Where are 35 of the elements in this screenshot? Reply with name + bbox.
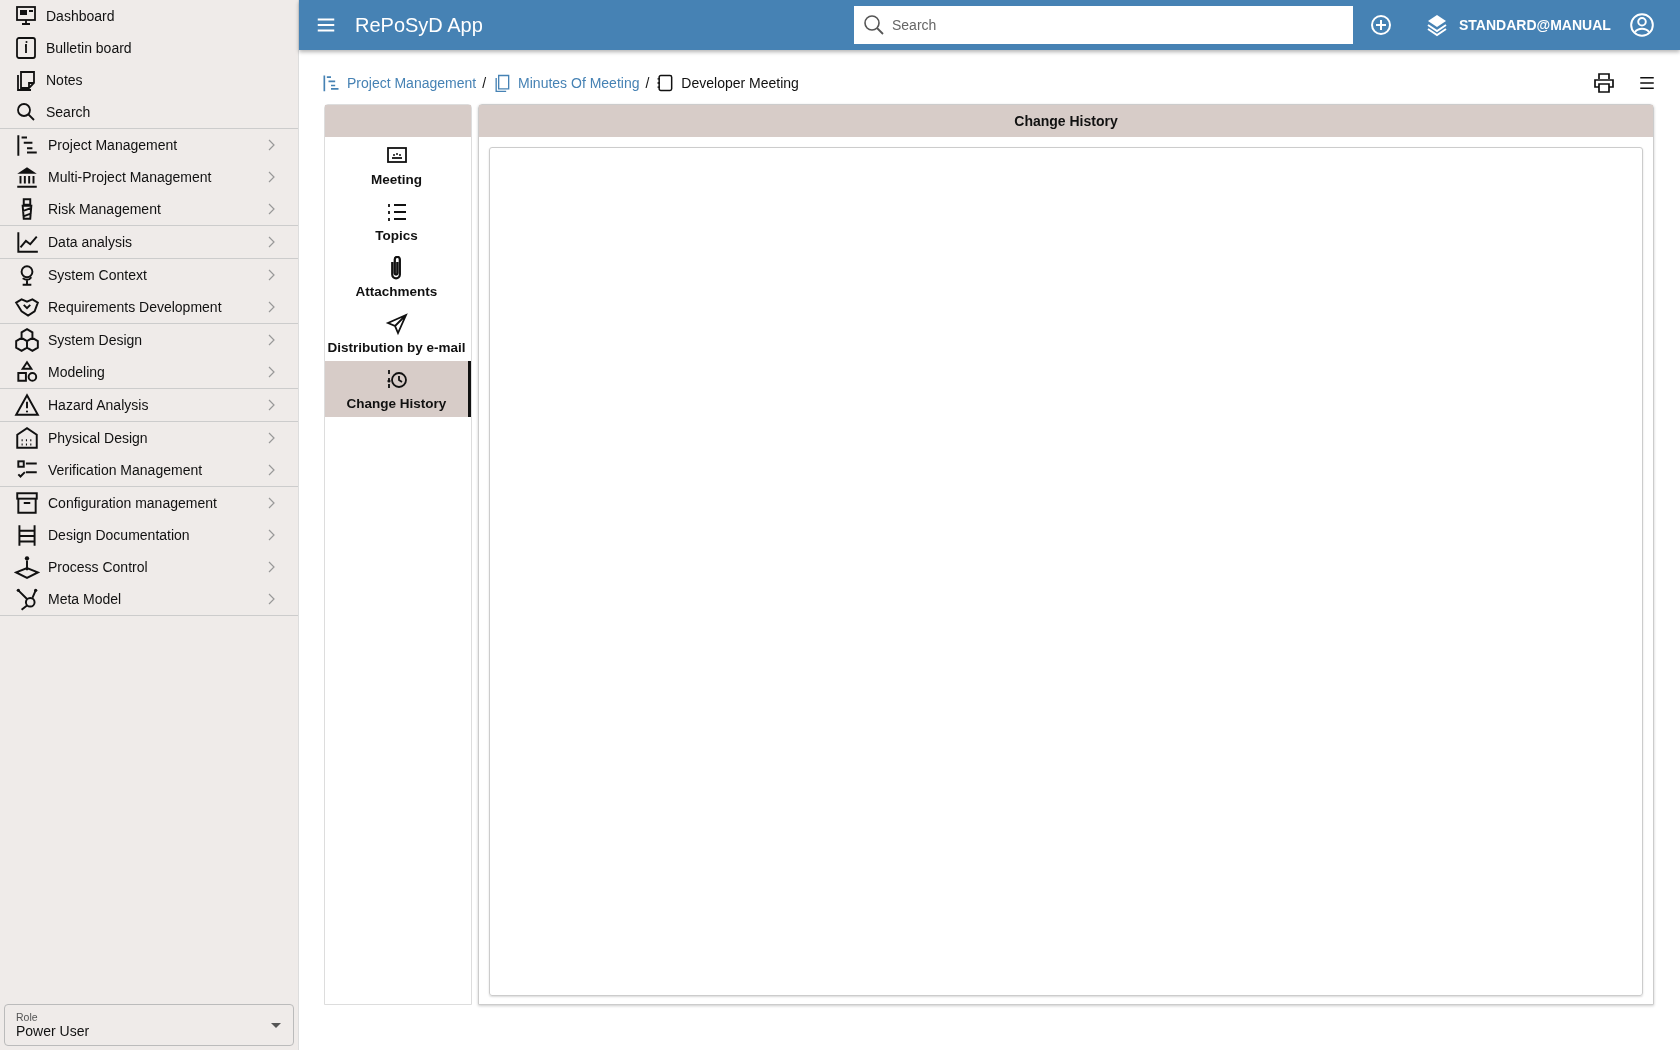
- breadcrumb-link[interactable]: Minutes Of Meeting: [518, 75, 640, 91]
- sidebar-item[interactable]: Dashboard: [0, 0, 298, 32]
- role-label: Role: [16, 1011, 39, 1023]
- sidebar-item[interactable]: Search: [0, 96, 298, 128]
- sidebar-item[interactable]: Data analysis: [0, 226, 298, 258]
- sidebar-item[interactable]: Process Control: [0, 551, 298, 583]
- tab[interactable]: Distribution by e-mail: [325, 305, 471, 361]
- role-select[interactable]: Role Power User: [4, 1004, 294, 1046]
- panel-title: Change History: [479, 105, 1653, 137]
- tab[interactable]: Meeting: [325, 137, 471, 193]
- sidebar-item[interactable]: Requirements Development: [0, 291, 298, 323]
- breadcrumb-separator: /: [482, 75, 487, 91]
- sidebar-item[interactable]: Modeling: [0, 356, 298, 388]
- sidebar-item[interactable]: Meta Model: [0, 583, 298, 615]
- sidebar-item[interactable]: Configuration management: [0, 487, 298, 519]
- tab[interactable]: Topics: [325, 193, 471, 249]
- tab[interactable]: Attachments: [325, 249, 471, 305]
- user-name[interactable]: STANDARD@MANUAL: [1459, 17, 1611, 33]
- sidebar-item[interactable]: System Context: [0, 259, 298, 291]
- search-field[interactable]: Search: [854, 6, 1353, 44]
- sidebar-item[interactable]: Hazard Analysis: [0, 389, 298, 421]
- sidebar-item[interactable]: Multi-Project Management: [0, 161, 298, 193]
- sidebar-item[interactable]: Design Documentation: [0, 519, 298, 551]
- sidebar-item[interactable]: Risk Management: [0, 193, 298, 225]
- sidebar-item[interactable]: Bulletin board: [0, 32, 298, 64]
- sidebar-item[interactable]: Notes: [0, 64, 298, 96]
- sidebar-item[interactable]: Verification Management: [0, 454, 298, 486]
- breadcrumb-current: Developer Meeting: [681, 75, 799, 91]
- app-title: RePoSyD App: [355, 13, 484, 37]
- sidebar-item[interactable]: System Design: [0, 324, 298, 356]
- breadcrumb-separator: /: [645, 75, 650, 91]
- tab[interactable]: Change History: [325, 361, 471, 417]
- sidebar-item[interactable]: Project Management: [0, 129, 298, 161]
- breadcrumb-link[interactable]: Project Management: [347, 75, 477, 91]
- sidebar-item[interactable]: Physical Design: [0, 422, 298, 454]
